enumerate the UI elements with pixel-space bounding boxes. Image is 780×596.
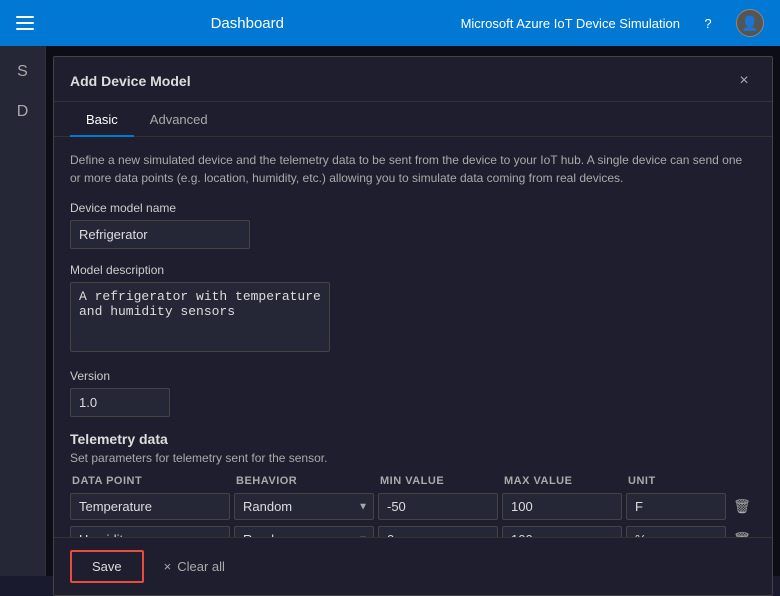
- unit-input-0[interactable]: [626, 493, 726, 520]
- add-device-modal: Add Device Model × Basic Advanced Define…: [53, 56, 773, 596]
- table-row: Random Increment Decrement ▼: [70, 493, 756, 520]
- topbar-title: Dashboard: [211, 15, 284, 32]
- topbar-right: Microsoft Azure IoT Device Simulation ? …: [461, 9, 764, 37]
- col-actions: [732, 475, 762, 487]
- modal-body: Define a new simulated device and the te…: [54, 137, 772, 537]
- clear-all-button[interactable]: × Clear all: [164, 559, 225, 574]
- device-model-name-label: Device model name: [70, 201, 756, 215]
- sidebar-icon-s[interactable]: S: [5, 54, 41, 90]
- behavior-select-wrapper-1: Random Increment Decrement ▼: [234, 526, 374, 537]
- model-description-group: Model description A refrigerator with te…: [70, 263, 756, 355]
- tab-advanced[interactable]: Advanced: [134, 102, 224, 137]
- modal-tabs: Basic Advanced: [54, 102, 772, 137]
- cell-max-value-1: [502, 526, 622, 537]
- cell-behavior-0: Random Increment Decrement ▼: [234, 493, 374, 520]
- telemetry-title: Telemetry data: [70, 431, 756, 447]
- cell-unit-1: [626, 526, 726, 537]
- min-value-input-1[interactable]: [378, 526, 498, 537]
- model-description-label: Model description: [70, 263, 756, 277]
- device-model-name-group: Device model name: [70, 201, 756, 249]
- modal-header: Add Device Model ×: [54, 57, 772, 102]
- data-point-input-1[interactable]: [70, 526, 230, 537]
- delete-row-button-1[interactable]: 🗑: [730, 528, 754, 538]
- telemetry-section: Telemetry data Set parameters for teleme…: [70, 431, 756, 537]
- table-row: Random Increment Decrement ▼: [70, 526, 756, 537]
- cell-delete-1: 🗑: [730, 528, 760, 538]
- cell-max-value-0: [502, 493, 622, 520]
- col-data-point: DATA POINT: [72, 475, 232, 487]
- modal-footer: Save × Clear all: [54, 537, 772, 595]
- save-button[interactable]: Save: [70, 550, 144, 583]
- description-text: Define a new simulated device and the te…: [70, 151, 756, 187]
- cell-delete-0: 🗑: [730, 495, 760, 519]
- modal-overlay: Add Device Model × Basic Advanced Define…: [46, 46, 780, 576]
- data-point-input-0[interactable]: [70, 493, 230, 520]
- telemetry-table: DATA POINT BEHAVIOR MIN VALUE MAX VALUE …: [70, 475, 756, 537]
- app-name: Microsoft Azure IoT Device Simulation: [461, 16, 680, 31]
- col-max-value: MAX VALUE: [504, 475, 624, 487]
- behavior-select-1[interactable]: Random Increment Decrement: [234, 526, 374, 537]
- cell-data-point-1: [70, 526, 230, 537]
- behavior-select-0[interactable]: Random Increment Decrement: [234, 493, 374, 520]
- max-value-input-1[interactable]: [502, 526, 622, 537]
- cell-min-value-0: [378, 493, 498, 520]
- table-header: DATA POINT BEHAVIOR MIN VALUE MAX VALUE …: [70, 475, 756, 487]
- sidebar-icon-d[interactable]: D: [5, 94, 41, 130]
- cell-min-value-1: [378, 526, 498, 537]
- cell-unit-0: [626, 493, 726, 520]
- clear-icon: ×: [164, 559, 172, 574]
- version-label: Version: [70, 369, 756, 383]
- tab-basic[interactable]: Basic: [70, 102, 134, 137]
- topbar-left: [16, 16, 34, 30]
- telemetry-subtitle: Set parameters for telemetry sent for th…: [70, 451, 756, 465]
- sidebar: S D: [0, 46, 46, 576]
- modal-title: Add Device Model: [70, 73, 191, 89]
- unit-input-1[interactable]: [626, 526, 726, 537]
- user-avatar[interactable]: 👤: [736, 9, 764, 37]
- delete-row-button-0[interactable]: 🗑: [730, 495, 754, 519]
- version-input[interactable]: [70, 388, 170, 417]
- col-behavior: BEHAVIOR: [236, 475, 376, 487]
- cell-data-point-0: [70, 493, 230, 520]
- help-icon[interactable]: ?: [696, 11, 720, 35]
- close-button[interactable]: ×: [732, 69, 756, 93]
- behavior-select-wrapper-0: Random Increment Decrement ▼: [234, 493, 374, 520]
- topbar: Dashboard Microsoft Azure IoT Device Sim…: [0, 0, 780, 46]
- model-description-input[interactable]: A refrigerator with temperature and humi…: [70, 282, 330, 352]
- device-model-name-input[interactable]: [70, 220, 250, 249]
- cell-behavior-1: Random Increment Decrement ▼: [234, 526, 374, 537]
- version-group: Version: [70, 369, 756, 417]
- menu-icon[interactable]: [16, 16, 34, 30]
- col-min-value: MIN VALUE: [380, 475, 500, 487]
- col-unit: UNIT: [628, 475, 728, 487]
- main-area: S D Add Device Model × Basic: [0, 46, 780, 576]
- min-value-input-0[interactable]: [378, 493, 498, 520]
- content-area: Add Device Model × Basic Advanced Define…: [46, 46, 780, 576]
- max-value-input-0[interactable]: [502, 493, 622, 520]
